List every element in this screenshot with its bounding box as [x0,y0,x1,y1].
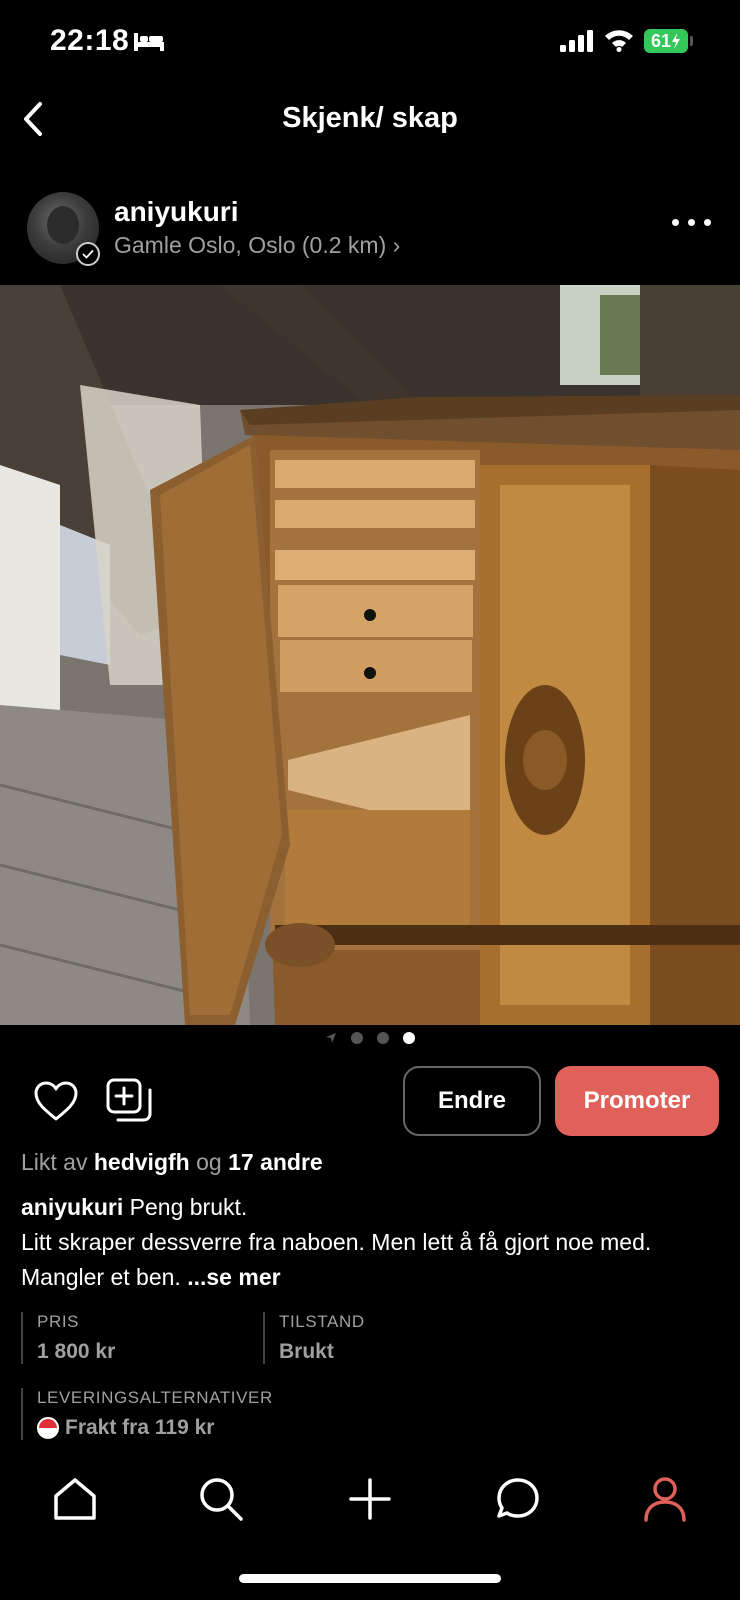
profile-icon[interactable] [640,1474,690,1524]
bed-icon [134,33,164,51]
likes-joiner: og [196,1149,222,1175]
likes-prefix: Likt av [21,1149,88,1175]
likes-summary[interactable]: Likt av hedvigfh og 17 andre [21,1149,323,1176]
verified-icon [76,242,100,266]
page-title: Skjenk/ skap [282,102,458,134]
action-row: Endre Promoter [0,1066,740,1136]
status-time: 22:18 [50,24,130,57]
charging-icon [672,33,681,49]
description-rest: Litt skraper dessverre fra naboen. Men l… [21,1229,652,1290]
add-collection-icon[interactable] [106,1078,152,1124]
delivery-info[interactable]: LEVERINGSALTERNATIVER Frakt fra 119 kr [21,1388,273,1440]
delivery-row: Frakt fra 119 kr [37,1416,273,1440]
condition-label: TILSTAND [279,1312,365,1331]
pager-dot[interactable] [377,1032,389,1044]
nav-header: Skjenk/ skap [0,84,740,154]
edit-button[interactable]: Endre [403,1066,541,1136]
carousel-pager [0,1030,740,1046]
description-author[interactable]: aniyukuri [21,1194,123,1220]
likes-others[interactable]: 17 andre [228,1149,323,1175]
home-indicator[interactable] [239,1574,501,1583]
condition-value: Brukt [279,1340,334,1363]
condition-info: TILSTAND Brukt [263,1312,365,1364]
plus-icon[interactable] [345,1474,395,1524]
signal-icon [560,30,593,52]
pager-dot-active[interactable] [403,1032,415,1044]
promote-button[interactable]: Promoter [555,1066,719,1136]
cabinet-image [0,285,740,1025]
pager-dot[interactable] [351,1032,363,1044]
more-icon[interactable] [672,216,712,228]
status-bar: 22:18 61 [0,0,740,84]
seller-location[interactable]: Gamle Oslo, Oslo (0.2 km) › [114,232,400,259]
bottom-nav [0,1460,740,1540]
location-arrow-icon [326,1033,336,1043]
avatar-face [47,206,79,244]
seller-username[interactable]: aniyukuri [114,196,238,228]
listing-photo[interactable] [0,285,740,1025]
wifi-icon [605,30,633,52]
likes-user[interactable]: hedvigfh [94,1149,190,1175]
chat-icon[interactable] [493,1474,543,1524]
battery-indicator: 61 [644,29,688,53]
search-icon[interactable] [196,1474,246,1524]
listing-description: aniyukuri Peng brukt. Litt skraper dessv… [21,1190,721,1295]
price-label: PRIS [37,1312,80,1331]
description-first: Peng brukt. [129,1194,248,1220]
price-info: PRIS 1 800 kr [21,1312,115,1364]
home-icon[interactable] [50,1474,100,1524]
delivery-icon [37,1417,59,1439]
battery-level: 61 [650,30,672,51]
delivery-label: LEVERINGSALTERNATIVER [37,1388,273,1407]
delivery-value: Frakt fra 119 kr [65,1416,215,1439]
heart-icon[interactable] [33,1080,79,1122]
seller-row[interactable]: aniyukuri Gamle Oslo, Oslo (0.2 km) › [0,190,740,270]
see-more-link[interactable]: ...se mer [187,1264,280,1290]
price-value: 1 800 kr [37,1340,116,1363]
battery-tip [690,36,693,46]
